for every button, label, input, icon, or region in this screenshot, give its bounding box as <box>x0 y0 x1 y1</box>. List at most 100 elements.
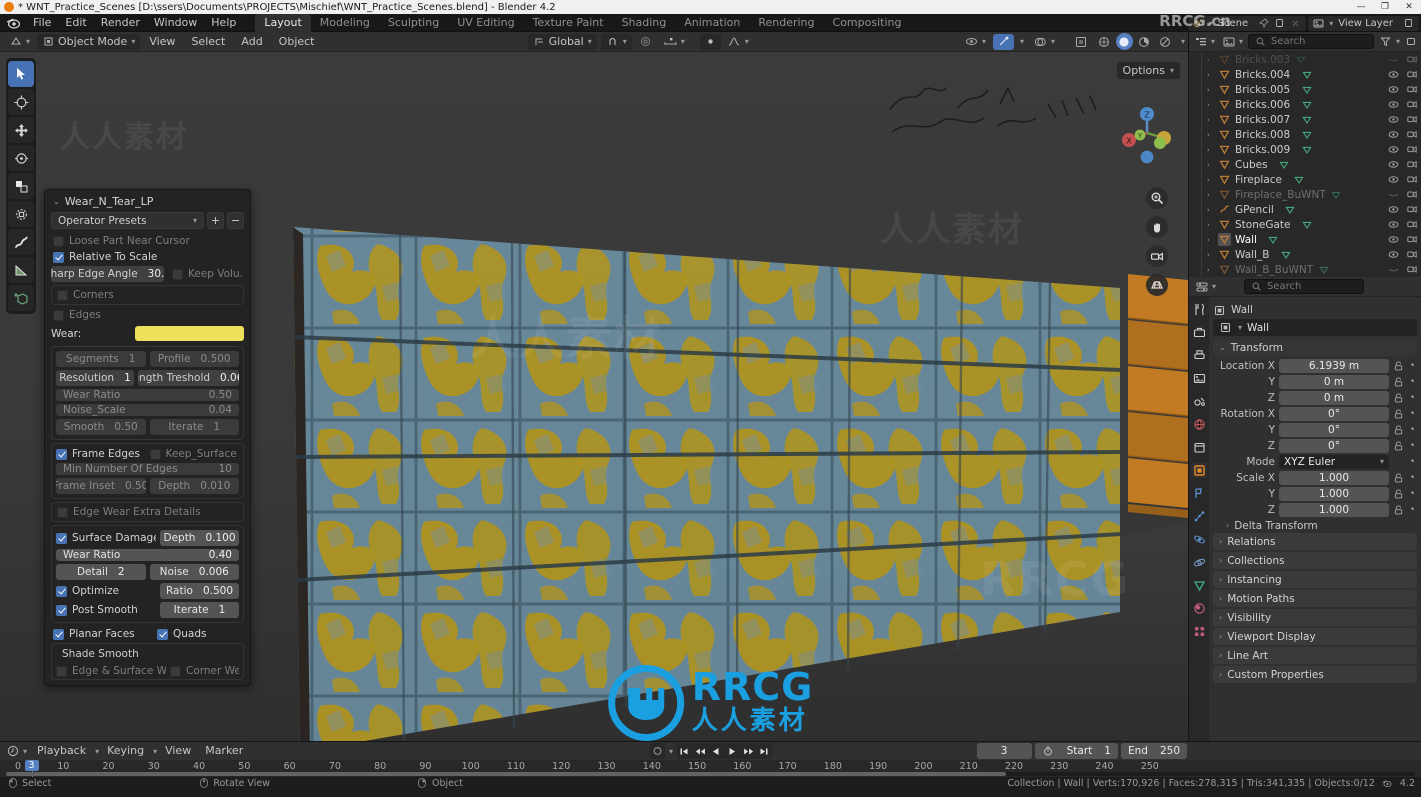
outliner-row-wall-b-buwnt[interactable]: › Wall_B_BuWNT <box>1189 262 1421 277</box>
keep-volume-checkbox[interactable]: Keep Volu... <box>168 266 244 282</box>
tool-add-cube[interactable] <box>8 285 34 311</box>
play-reverse-button[interactable] <box>708 743 724 759</box>
post-smooth-checkbox[interactable]: Post Smooth <box>56 602 156 618</box>
scale-row-0-value[interactable]: 1.000 <box>1279 470 1389 485</box>
render-camera-icon[interactable] <box>1405 233 1418 246</box>
end-frame-field[interactable]: End 250 <box>1120 743 1187 759</box>
visibility-eye-icon[interactable] <box>1387 203 1400 216</box>
panel-instancing[interactable]: › Instancing <box>1213 571 1417 588</box>
properties-search-input[interactable]: Search <box>1244 279 1365 294</box>
snap-dropdown[interactable]: ▾ <box>600 33 632 50</box>
outliner-expand-chevron-icon[interactable]: › <box>1207 71 1214 79</box>
outliner-expand-chevron-icon[interactable]: › <box>1207 116 1214 124</box>
jump-to-start-button[interactable] <box>676 743 692 759</box>
proportional-curve-button[interactable]: ▾ <box>723 34 754 50</box>
lock-icon[interactable] <box>1393 440 1404 451</box>
outliner-row-fireplace[interactable]: › Fireplace <box>1189 172 1421 187</box>
frame-edges-checkbox[interactable]: Frame Edges <box>56 448 146 460</box>
loose-part-near-cursor-checkbox[interactable]: Loose Part Near Cursor <box>53 235 244 247</box>
segments-field[interactable]: Segments 1 <box>56 351 146 367</box>
operator-collapse-chevron-icon[interactable]: ⌄ <box>53 197 60 206</box>
outliner-expand-chevron-icon[interactable]: › <box>1207 86 1214 94</box>
min-number-of-edges-field[interactable]: Min Number Of Edges 10 <box>56 463 239 475</box>
timeline-editor-type-button[interactable]: ▾ <box>4 743 29 759</box>
render-camera-icon[interactable] <box>1405 218 1418 231</box>
workspace-tab-shading[interactable]: Shading <box>613 14 676 32</box>
3d-viewport[interactable]: 人人素材 人人素材 RRCG RRCG 人人素材 <box>0 52 1188 741</box>
outliner-expand-chevron-icon[interactable]: › <box>1207 56 1214 64</box>
next-keyframe-button[interactable] <box>740 743 756 759</box>
timeline-menu-marker[interactable]: Marker <box>199 742 249 760</box>
outliner-expand-chevron-icon[interactable]: › <box>1207 221 1214 229</box>
visibility-eye-icon[interactable] <box>1387 233 1400 246</box>
outliner-search-input[interactable]: Search <box>1248 34 1374 49</box>
tool-tweak[interactable] <box>8 61 34 87</box>
render-camera-icon[interactable] <box>1405 113 1418 126</box>
tool-rotate[interactable] <box>8 145 34 171</box>
outliner-expand-chevron-icon[interactable]: › <box>1207 101 1214 109</box>
shading-material-button[interactable] <box>1135 34 1154 50</box>
lock-icon[interactable] <box>1393 504 1404 515</box>
workspace-tab-layout[interactable]: Layout <box>255 13 311 32</box>
visibility-eye-icon[interactable] <box>1387 113 1400 126</box>
visibility-eye-icon[interactable] <box>1387 248 1400 261</box>
pin-icon[interactable] <box>1257 17 1270 30</box>
pan-view-icon[interactable] <box>1146 216 1168 238</box>
animate-property-dot[interactable]: • <box>1408 489 1417 499</box>
outliner-row-stonegate[interactable]: › StoneGate <box>1189 217 1421 232</box>
outliner-expand-chevron-icon[interactable]: › <box>1207 131 1214 139</box>
sharp-edge-angle-field[interactable]: Sharp Edge Angle 30.0 <box>51 266 164 282</box>
render-camera-icon[interactable] <box>1405 158 1418 171</box>
render-camera-icon[interactable] <box>1405 53 1418 66</box>
corners-checkbox[interactable]: Corners <box>57 289 238 301</box>
outliner-row-bricks-004[interactable]: › Bricks.004 <box>1189 67 1421 82</box>
outliner-row-wall[interactable]: › Wall <box>1189 232 1421 247</box>
timeline-menu-playback[interactable]: Playback <box>31 742 92 760</box>
outliner-row-bricks-008[interactable]: › Bricks.008 <box>1189 127 1421 142</box>
timeline-menu-keying[interactable]: Keying <box>101 742 150 760</box>
shading-dropdown[interactable]: ▾ <box>1177 34 1188 50</box>
shading-rendered-button[interactable] <box>1156 34 1175 50</box>
panel-collections[interactable]: › Collections <box>1213 552 1417 569</box>
tool-cursor[interactable] <box>8 89 34 115</box>
properties-tab-tool[interactable] <box>1191 302 1207 317</box>
properties-tab-texture[interactable] <box>1191 624 1207 639</box>
properties-tab-modifier[interactable] <box>1191 486 1207 501</box>
frame-depth-field[interactable]: Depth 0.010 <box>149 478 239 494</box>
shading-solid-button[interactable] <box>1115 33 1133 50</box>
previous-keyframe-button[interactable] <box>692 743 708 759</box>
transform-panel-header[interactable]: ⌄ Transform <box>1213 339 1417 356</box>
transform-row-2-value[interactable]: 0 m <box>1279 390 1389 405</box>
visibility-eye-icon[interactable] <box>1387 143 1400 156</box>
rotation-mode-animate-dot[interactable]: • <box>1408 457 1417 467</box>
outliner-expand-chevron-icon[interactable]: › <box>1207 251 1214 259</box>
outliner-expand-chevron-icon[interactable]: › <box>1207 161 1214 169</box>
outliner-expand-chevron-icon[interactable]: › <box>1207 266 1214 274</box>
workspace-tab-sculpting[interactable]: Sculpting <box>379 14 448 32</box>
quads-checkbox[interactable]: Quads <box>157 628 244 640</box>
tool-transform[interactable] <box>8 201 34 227</box>
properties-tab-material[interactable] <box>1191 601 1207 616</box>
surface-wear-ratio-field[interactable]: Wear Ratio 0.40 <box>56 549 239 561</box>
visibility-eye-icon[interactable] <box>1387 68 1400 81</box>
current-frame-field[interactable]: 3 <box>976 743 1032 759</box>
panel-motion-paths[interactable]: › Motion Paths <box>1213 590 1417 607</box>
profile-field[interactable]: Profile 0.500 <box>149 351 239 367</box>
menu-render[interactable]: Render <box>94 14 147 32</box>
workspace-tab-texture-paint[interactable]: Texture Paint <box>524 14 613 32</box>
object-name-field[interactable]: ▾ Wall <box>1213 319 1417 336</box>
operator-redo-panel[interactable]: ⌄ Wear_N_Tear_LP Operator Presets ▾ + − <box>44 189 251 686</box>
timeline-ruler[interactable]: 0 10 20 30 40 50 60 70 80 90 100 110 120 130 140 150 160… <box>0 760 1421 777</box>
maximize-button[interactable]: ❐ <box>1373 0 1397 14</box>
keep-surface-detail-checkbox[interactable]: Keep_Surface Detail <box>149 448 239 460</box>
edge-surface-wear-checkbox[interactable]: Edge & Surface Wear <box>56 665 166 677</box>
scale-row-2-value[interactable]: 1.000 <box>1279 502 1389 517</box>
menu-edit[interactable]: Edit <box>58 14 93 32</box>
transform-orientation-dropdown[interactable]: Global ▾ <box>527 33 597 50</box>
play-button[interactable] <box>724 743 740 759</box>
workspace-tab-uv-editing[interactable]: UV Editing <box>448 14 523 32</box>
optimize-checkbox[interactable]: Optimize <box>56 583 156 599</box>
surface-depth-field[interactable]: Depth 0.100 <box>160 530 239 546</box>
close-button[interactable]: ✕ <box>1397 0 1421 14</box>
perspective-toggle-icon[interactable] <box>1146 274 1168 296</box>
